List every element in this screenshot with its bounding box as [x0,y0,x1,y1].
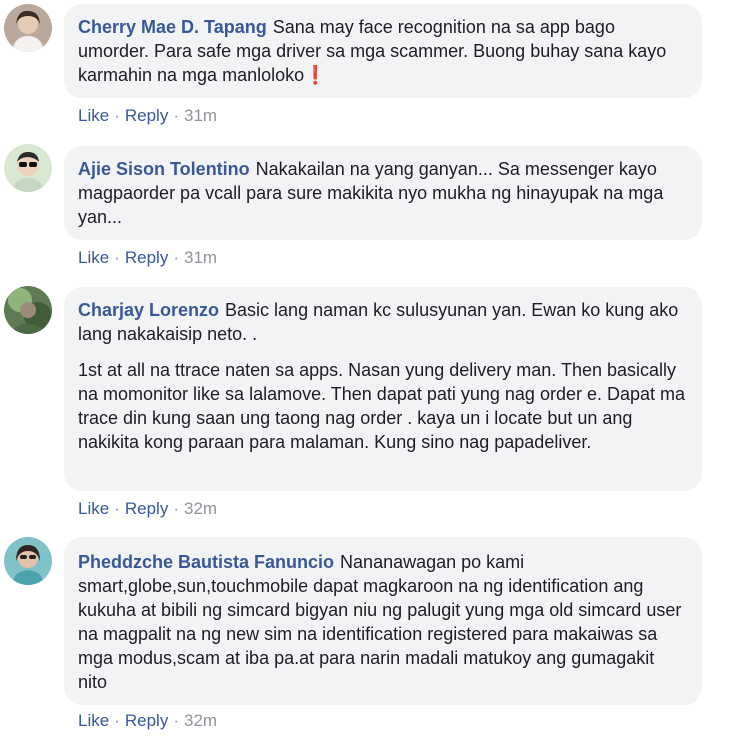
comment-bubble: Ajie Sison Tolentino Nakakailan na yang g… [64,146,702,240]
avatar-woman-photo-icon [4,4,52,52]
comment-text-paragraph: 1st at all na ttrace naten sa apps. Nasa… [78,360,686,452]
like-link[interactable]: Like [78,499,109,518]
avatar[interactable] [4,537,52,585]
separator-dot: · [114,499,120,518]
avatar-man-sunglasses-photo-icon [4,144,52,192]
comment-actions: Like · Reply · 31m [78,248,217,268]
like-link[interactable]: Like [78,248,109,267]
comment-timestamp[interactable]: 32m [184,711,217,730]
comment-timestamp[interactable]: 31m [184,248,217,267]
comment-bubble: Charjay Lorenzo Basic lang naman kc sulus… [64,287,702,491]
comment-actions: Like · Reply · 32m [78,499,217,519]
separator-dot: · [114,106,120,125]
reply-link[interactable]: Reply [125,711,168,730]
comment-author[interactable]: Ajie Sison Tolentino [78,159,250,179]
avatar-woman-teal-photo-icon [4,537,52,585]
avatar[interactable] [4,286,52,334]
comment-actions: Like · Reply · 32m [78,711,217,731]
comment-author[interactable]: Pheddzche Bautista Fanuncio [78,552,334,572]
avatar[interactable] [4,4,52,52]
avatar-green-photo-icon [4,286,52,334]
comment-timestamp[interactable]: 32m [184,499,217,518]
like-link[interactable]: Like [78,711,109,730]
separator-dot: · [173,711,179,730]
comment-bubble: Cherry Mae D. Tapang Sana may face recogn… [64,4,702,98]
comment-timestamp[interactable]: 31m [184,106,217,125]
separator-dot: · [173,248,179,267]
comment-text: Nananawagan po kami smart,globe,sun,touc… [78,552,682,692]
like-link[interactable]: Like [78,106,109,125]
separator-dot: · [173,106,179,125]
comment-author[interactable]: Cherry Mae D. Tapang [78,17,267,37]
exclamation-emoji-icon: ❗ [304,65,327,85]
separator-dot: · [114,248,120,267]
separator-dot: · [173,499,179,518]
comment-bubble: Pheddzche Bautista Fanuncio Nananawagan p… [64,537,702,705]
separator-dot: · [114,711,120,730]
comment-actions: Like · Reply · 31m [78,106,217,126]
avatar[interactable] [4,144,52,192]
reply-link[interactable]: Reply [125,499,168,518]
comment-author[interactable]: Charjay Lorenzo [78,300,219,320]
reply-link[interactable]: Reply [125,106,168,125]
reply-link[interactable]: Reply [125,248,168,267]
